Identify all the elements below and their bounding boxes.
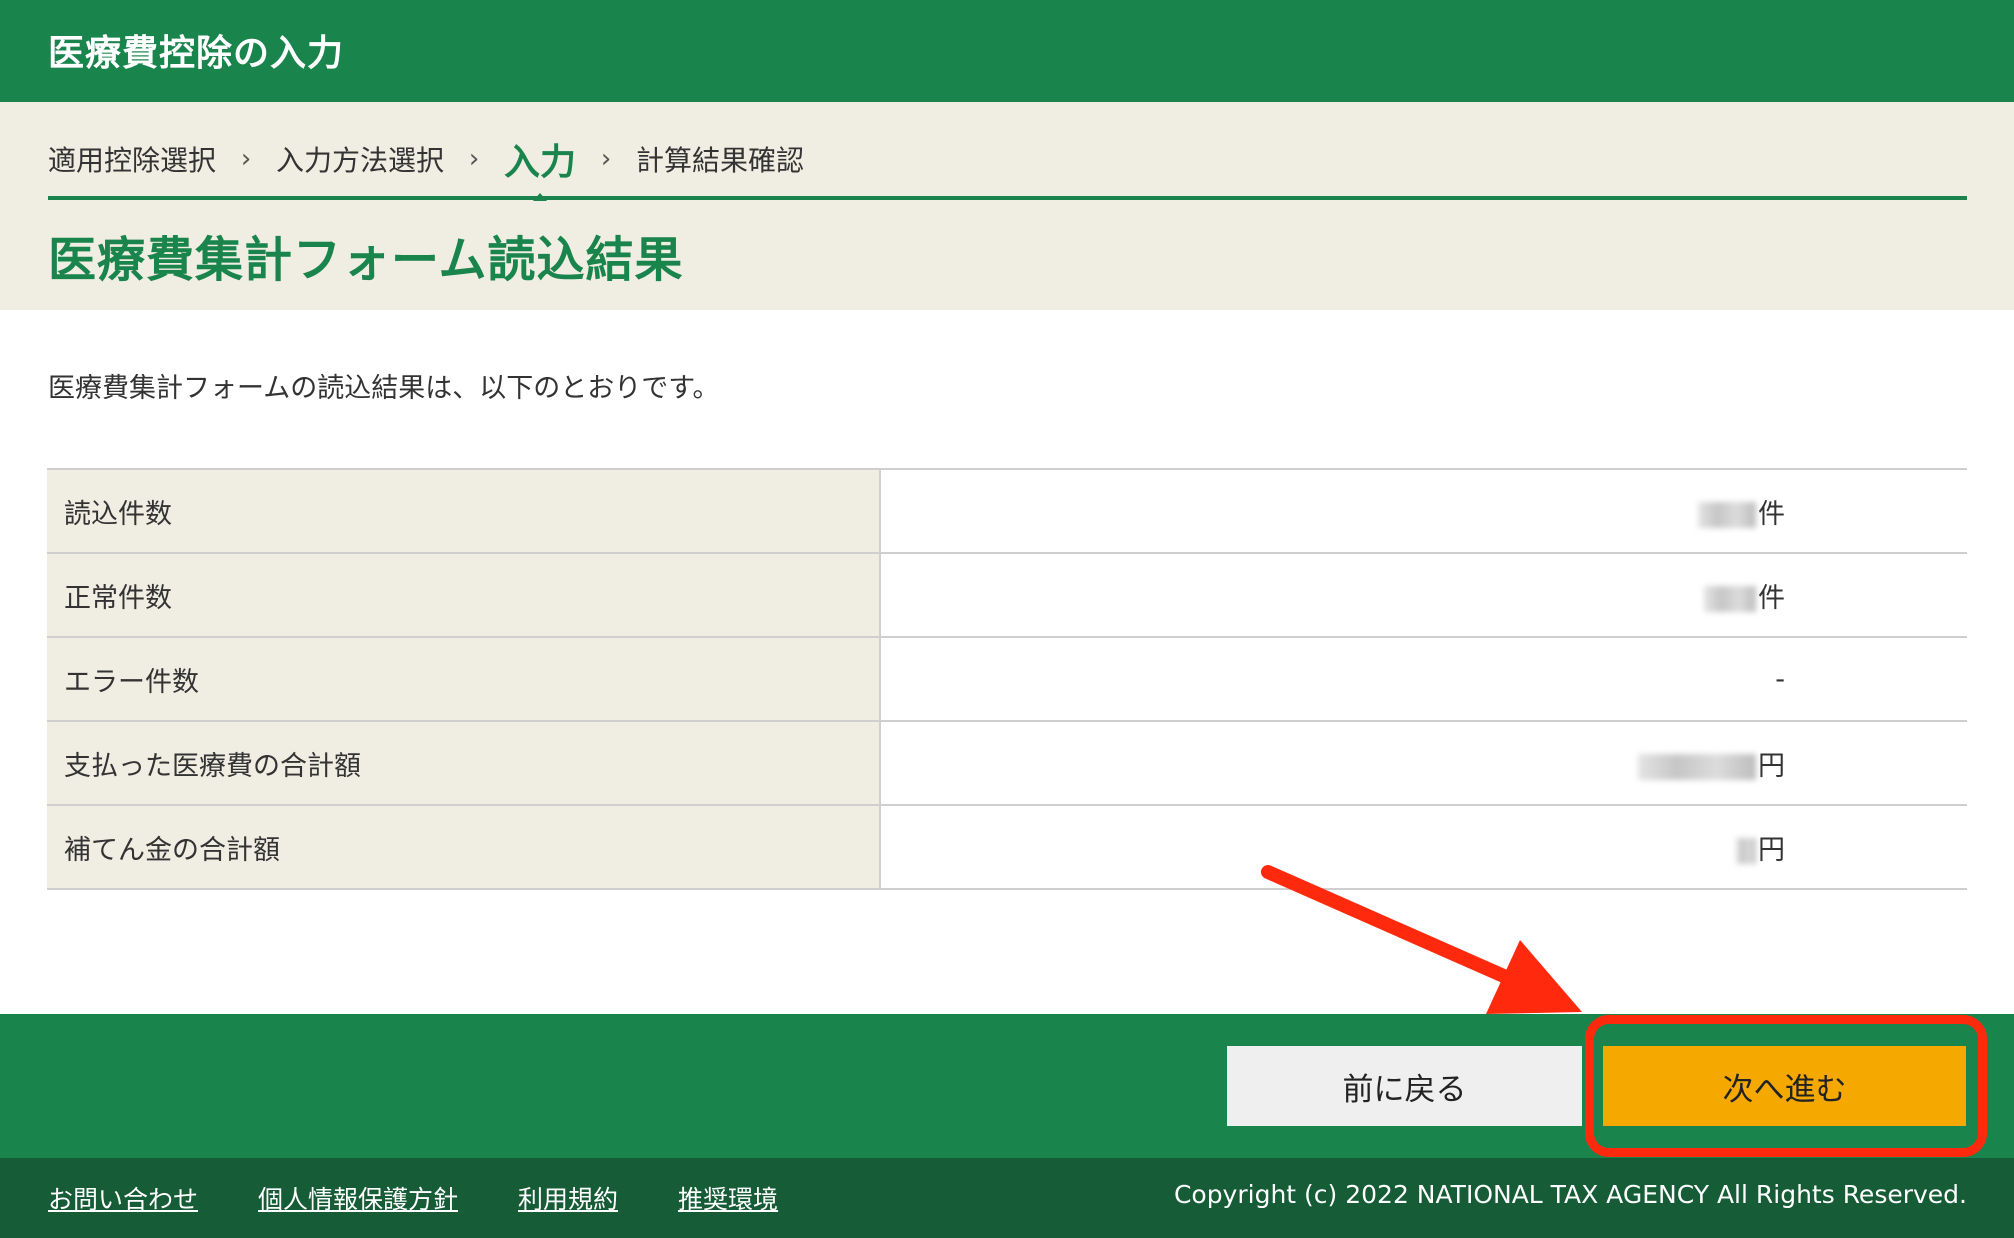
table-row: 支払った医療費の合計額 円 xyxy=(47,720,1967,806)
row-label: 読込件数 xyxy=(47,468,881,554)
chevron-right-icon: › xyxy=(468,144,480,174)
chevron-right-icon: › xyxy=(240,144,252,174)
step-result-confirm: 計算結果確認 xyxy=(636,144,805,177)
intro-text: 医療費集計フォームの読込結果は、以下のとおりです。 xyxy=(48,373,720,404)
row-label: 支払った医療費の合計額 xyxy=(47,720,881,806)
step-input-current: 入力 xyxy=(504,133,576,185)
footer-link-terms[interactable]: 利用規約 xyxy=(518,1180,618,1216)
copyright: Copyright (c) 2022 NATIONAL TAX AGENCY A… xyxy=(1173,1180,1967,1209)
footer-link-environment[interactable]: 推奨環境 xyxy=(678,1180,778,1216)
page: 医療費控除の入力 適用控除選択 › 入力方法選択 › 入力 › 計算結果確認 医… xyxy=(0,0,2014,1238)
row-label: エラー件数 xyxy=(47,636,881,722)
redacted-value xyxy=(1638,754,1756,780)
annotation-highlight-box xyxy=(1585,1015,1987,1157)
row-value: - xyxy=(880,636,1967,722)
step-divider xyxy=(48,196,1967,200)
footer-link-privacy[interactable]: 個人情報保護方針 xyxy=(258,1180,458,1216)
redacted-value xyxy=(1736,838,1756,864)
chevron-right-icon: › xyxy=(600,144,612,174)
row-value: 件 xyxy=(880,468,1967,554)
redacted-value xyxy=(1698,502,1756,528)
table-row: 正常件数 件 xyxy=(47,552,1967,638)
step-deduction-select: 適用控除選択 xyxy=(48,144,217,177)
row-value: 件 xyxy=(880,552,1967,638)
table-row: エラー件数 - xyxy=(47,636,1967,722)
back-button[interactable]: 前に戻る xyxy=(1227,1046,1582,1126)
row-value: 円 xyxy=(880,720,1967,806)
footer-links: お問い合わせ 個人情報保護方針 利用規約 推奨環境 xyxy=(48,1180,778,1216)
table-row: 補てん金の合計額 円 xyxy=(47,804,1967,890)
row-label: 補てん金の合計額 xyxy=(47,804,881,890)
footer-link-contact[interactable]: お問い合わせ xyxy=(48,1180,198,1216)
table-row: 読込件数 件 xyxy=(47,468,1967,554)
page-title: 医療費集計フォーム読込結果 xyxy=(48,232,684,288)
row-label: 正常件数 xyxy=(47,552,881,638)
step-progress: 適用控除選択 › 入力方法選択 › 入力 › 計算結果確認 xyxy=(48,134,804,184)
app-title: 医療費控除の入力 xyxy=(48,33,345,74)
app-header: 医療費控除の入力 xyxy=(0,0,2014,102)
redacted-value xyxy=(1704,586,1756,612)
step-input-method: 入力方法選択 xyxy=(276,144,445,177)
row-value: 円 xyxy=(880,804,1967,890)
result-table: 読込件数 件 正常件数 件 エラー件数 - 支払った医療費の合計額 円 補てん金… xyxy=(47,468,1967,890)
